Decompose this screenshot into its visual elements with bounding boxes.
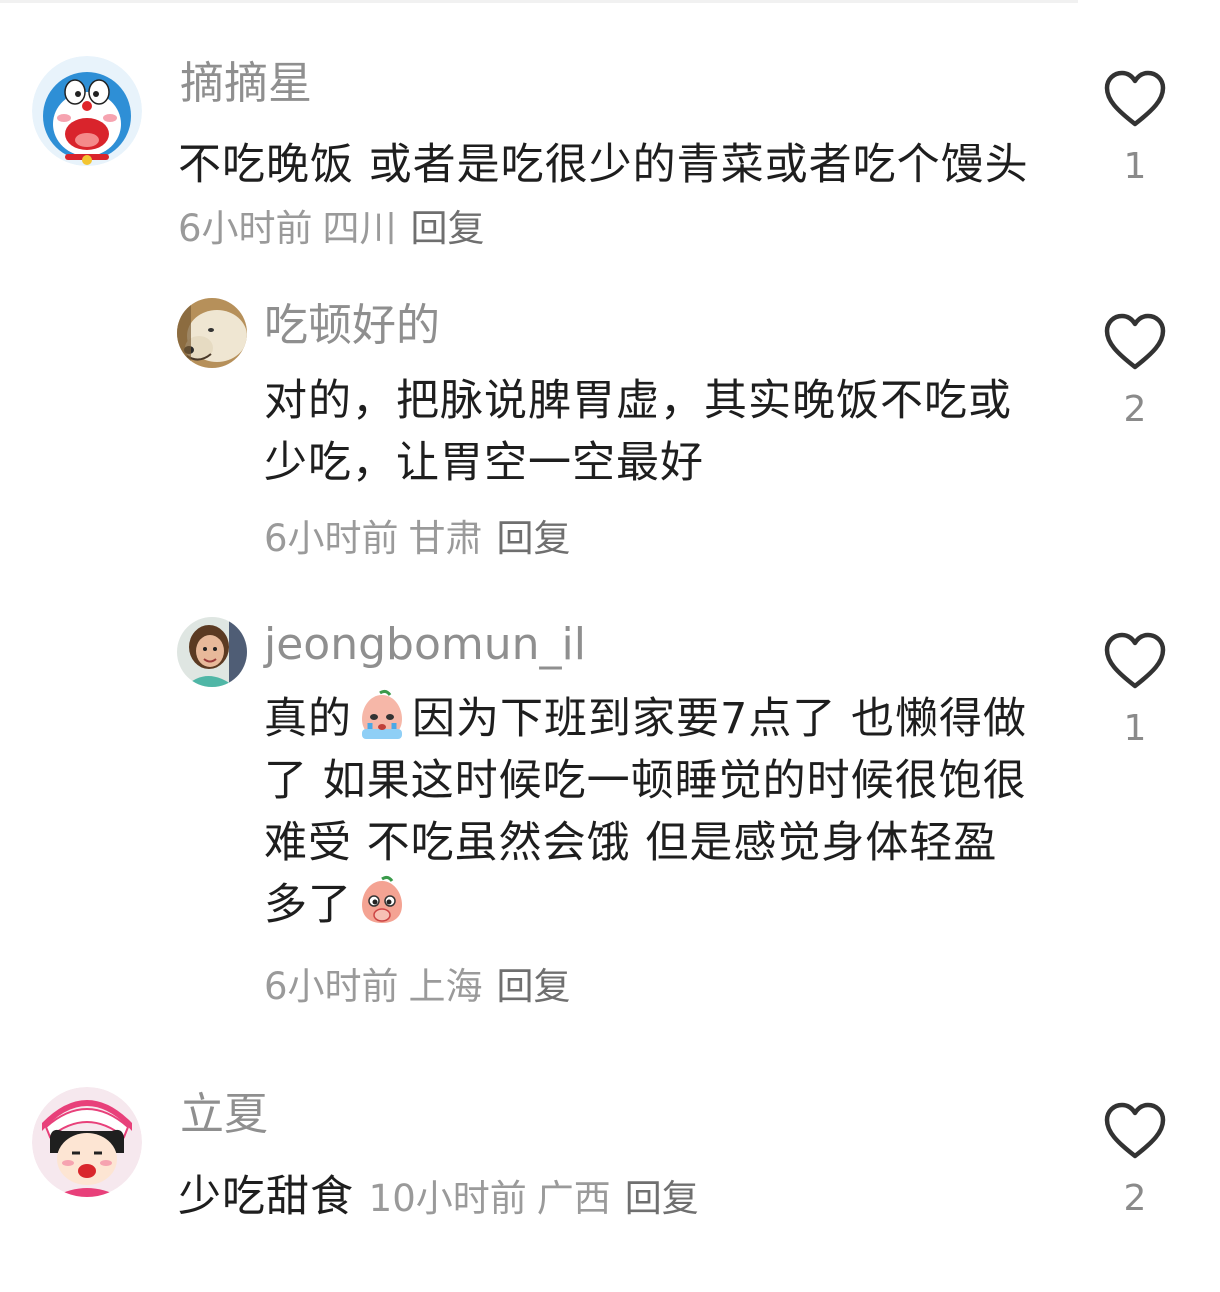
like-count: 2 (1123, 389, 1147, 430)
reply-button[interactable]: 回复 (625, 1177, 699, 1220)
avatar[interactable] (32, 1087, 142, 1197)
comment-meta: 10小时前 广西 回复 (369, 1177, 699, 1220)
username[interactable]: 立夏 (180, 1087, 268, 1143)
avatar[interactable] (177, 298, 247, 368)
like-button[interactable]: 2 (1100, 313, 1170, 430)
reply-button[interactable]: 回复 (497, 517, 571, 560)
comment-meta: 6小时前 甘肃 回复 (264, 514, 571, 564)
like-button[interactable]: 1 (1100, 632, 1170, 749)
child-avatar-image (177, 617, 247, 687)
heart-outline-icon (1104, 1102, 1166, 1159)
doraemon-avatar-image (32, 56, 142, 166)
comment-text-part: 真的 (264, 694, 352, 744)
comment-text-content: 不吃晚饭 或者是吃很少的青菜或者吃个馒头 (178, 140, 1029, 190)
like-count: 2 (1123, 1178, 1147, 1219)
comment-text: 对的，把脉说脾胃虚，其实晚饭不吃或少吃，让胃空一空最好 (264, 376, 1012, 488)
reply-button[interactable]: 回复 (411, 207, 485, 250)
comment-time: 6小时前 (178, 207, 313, 250)
comment-text: 少吃甜食 10小时前 广西 回复 (178, 1166, 1048, 1230)
like-count: 1 (1123, 708, 1147, 749)
comment-text-content: 少吃甜食 (178, 1172, 354, 1222)
like-button[interactable]: 1 (1100, 70, 1170, 187)
username[interactable]: 吃顿好的 (264, 298, 440, 354)
avatar[interactable] (32, 56, 142, 166)
shy-peach-emoji (356, 875, 408, 927)
comment-region: 广西 (536, 1177, 611, 1220)
crying-peach-emoji (356, 689, 408, 741)
comment-time: 6小时前 (264, 965, 399, 1008)
chibi-maruko-avatar-image (32, 1087, 142, 1197)
like-count: 1 (1123, 146, 1147, 187)
comment-time: 6小时前 (264, 517, 399, 560)
heart-outline-icon (1104, 313, 1166, 370)
comment-meta: 6小时前 四川 回复 (178, 207, 485, 250)
reply-button[interactable]: 回复 (497, 965, 571, 1008)
comment-region: 甘肃 (408, 517, 483, 560)
top-divider (0, 0, 1078, 3)
comment-region: 四川 (322, 207, 397, 250)
comment-text: 真的 因为下班到家要7点了 也懒得做了 如果这时候吃一顿睡觉的时候很饱很难受 不吃… (264, 688, 1034, 936)
dog-avatar-image (177, 298, 247, 368)
avatar[interactable] (177, 617, 247, 687)
username[interactable]: jeongbomun_il (264, 617, 586, 673)
comment-text: 不吃晚饭 或者是吃很少的青菜或者吃个馒头 6小时前 四川 回复 (178, 134, 1048, 260)
heart-outline-icon (1104, 70, 1166, 127)
comment-region: 上海 (408, 965, 483, 1008)
comment-time: 10小时前 (368, 1177, 527, 1220)
like-button[interactable]: 2 (1100, 1102, 1170, 1219)
comment-meta: 6小时前 上海 回复 (264, 962, 571, 1012)
comment-list: 摘摘星 不吃晚饭 或者是吃很少的青菜或者吃个馒头 6小时前 四川 回复 1 吃顿… (0, 0, 1220, 1292)
heart-outline-icon (1104, 632, 1166, 689)
username[interactable]: 摘摘星 (180, 56, 312, 112)
